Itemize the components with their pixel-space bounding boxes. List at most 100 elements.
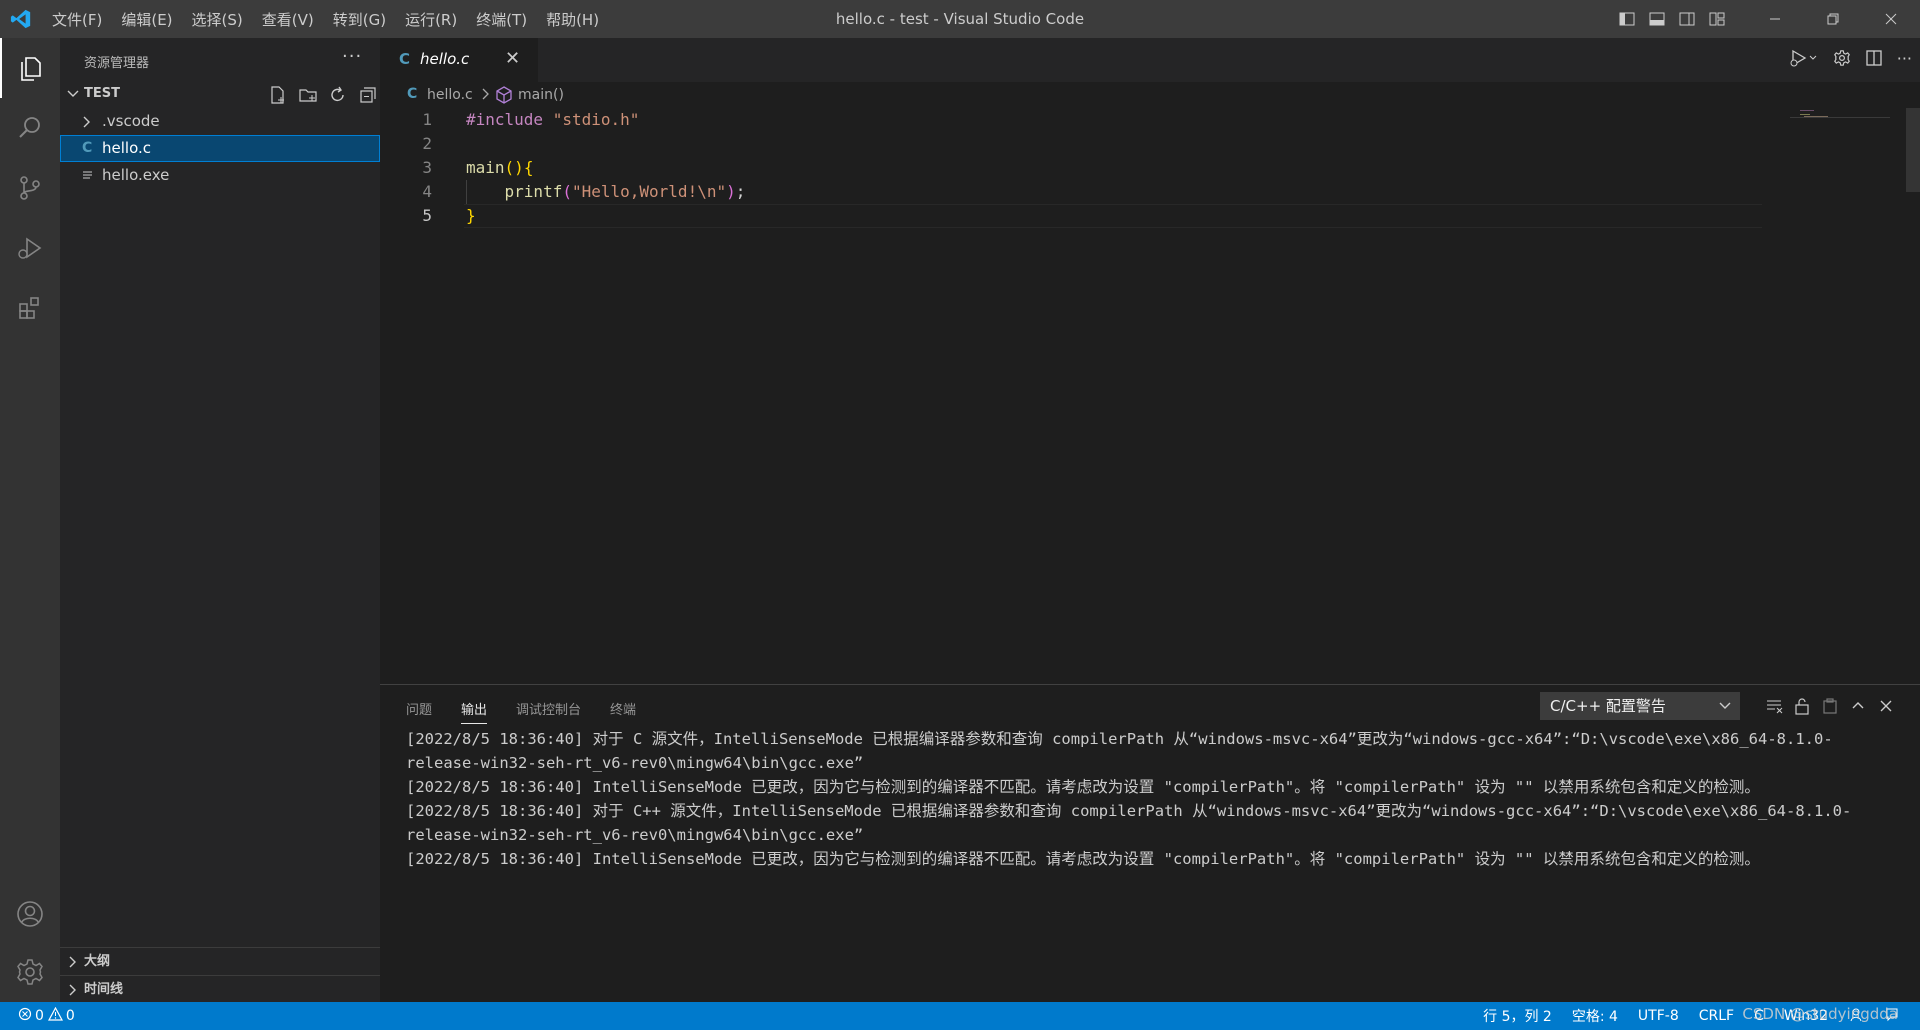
toggle-panel-icon[interactable]: [1646, 8, 1668, 30]
output-log[interactable]: [2022/8/5 18:36:40] 对于 C 源文件，IntelliSens…: [406, 727, 1906, 871]
lock-scroll-icon[interactable]: [1788, 695, 1816, 717]
panel-tabs: 问题 输出 调试控制台 终端: [406, 699, 665, 724]
close-tab-icon[interactable]: ✕: [505, 48, 520, 69]
chevron-right-icon: [480, 85, 492, 107]
tree-item-hello-c[interactable]: C hello.c: [60, 135, 380, 162]
close-window-icon[interactable]: [1862, 0, 1920, 38]
tree-item-vscode-folder[interactable]: .vscode: [60, 108, 380, 135]
line-ending[interactable]: CRLF: [1699, 1008, 1734, 1024]
method-cube-icon: [495, 86, 513, 108]
scrollbar-thumb[interactable]: [1906, 108, 1920, 192]
minimap[interactable]: [1790, 108, 1890, 128]
new-folder-icon[interactable]: [293, 84, 323, 106]
more-actions-icon[interactable]: ···: [342, 46, 362, 67]
panel-actions: [1760, 695, 1900, 717]
tab-hello-c[interactable]: C hello.c ✕: [380, 38, 538, 82]
extensions-icon[interactable]: [0, 278, 60, 338]
token-header: "stdio.h": [552, 110, 640, 129]
encoding[interactable]: UTF-8: [1638, 1008, 1679, 1024]
token-paren-close: ): [514, 158, 524, 177]
breadcrumb-file[interactable]: hello.c: [427, 87, 473, 103]
file-lines-icon: [82, 162, 94, 198]
settings-gear-icon[interactable]: [0, 942, 60, 1002]
outline-section-header[interactable]: 大纲: [60, 948, 380, 975]
toggle-sidebar-icon[interactable]: [1616, 8, 1638, 30]
output-line: [2022/8/5 18:36:40] IntelliSenseMode 已更改…: [406, 850, 1760, 868]
tab-terminal[interactable]: 终端: [610, 699, 636, 724]
code-line: printf("Hello,World!\n");: [466, 180, 746, 204]
tree-item-label: hello.exe: [102, 166, 170, 184]
settings-gear-icon[interactable]: [1833, 49, 1851, 67]
line-number: 3: [422, 158, 432, 177]
line-number: 5: [422, 206, 432, 225]
breadcrumb-symbol[interactable]: main(): [518, 87, 564, 103]
menu-edit[interactable]: 编辑(E): [121, 9, 172, 30]
search-icon[interactable]: [0, 98, 60, 158]
clear-output-icon[interactable]: [1760, 695, 1788, 717]
current-line-highlight: [464, 204, 1762, 228]
token-string: "Hello,World!\n": [571, 182, 727, 201]
output-channel-select[interactable]: C/C++ 配置警告: [1540, 692, 1740, 720]
account-icon[interactable]: [0, 884, 60, 944]
menu-go[interactable]: 转到(G): [333, 9, 386, 30]
toggle-secondary-sidebar-icon[interactable]: [1676, 8, 1698, 30]
code-editor[interactable]: 1 2 3 4 5 #include "stdio.h" main(){ pri…: [380, 108, 1920, 684]
code-line: main(){: [466, 156, 533, 180]
menu-selection[interactable]: 选择(S): [192, 9, 243, 30]
timeline-section-header[interactable]: 时间线: [60, 976, 380, 1003]
timeline-label: 时间线: [84, 982, 124, 997]
tab-problems[interactable]: 问题: [406, 699, 432, 724]
menu-help[interactable]: 帮助(H): [546, 9, 599, 30]
minimize-icon[interactable]: [1746, 0, 1804, 38]
activity-bar: [0, 38, 60, 1002]
token-lparen: (: [562, 182, 572, 201]
collapse-all-icon[interactable]: [353, 84, 383, 106]
output-line: [2022/8/5 18:36:40] 对于 C 源文件，IntelliSens…: [406, 730, 1833, 772]
explorer-icon[interactable]: [0, 38, 60, 98]
explorer-title: 资源管理器: [84, 56, 150, 71]
output-line: [2022/8/5 18:36:40] 对于 C++ 源文件，IntelliSe…: [406, 802, 1852, 844]
menu-view[interactable]: 查看(V): [262, 9, 314, 30]
refresh-icon[interactable]: [323, 84, 353, 106]
token-semicolon: ;: [735, 182, 746, 201]
run-debug-icon[interactable]: [0, 218, 60, 278]
restore-icon[interactable]: [1804, 0, 1862, 38]
token-rparen: ): [726, 182, 736, 201]
close-panel-icon[interactable]: [1872, 695, 1900, 717]
open-log-file-icon[interactable]: [1816, 695, 1844, 717]
bottom-panel: 问题 输出 调试控制台 终端 C/C++ 配置警告 [2022/8/5 18:3…: [380, 684, 1920, 1002]
line-number: 1: [422, 110, 432, 129]
outline-label: 大纲: [84, 954, 111, 969]
maximize-panel-icon[interactable]: [1844, 695, 1872, 717]
new-file-icon[interactable]: [263, 84, 293, 106]
run-code-dropdown-icon[interactable]: [1789, 48, 1819, 68]
tree-item-label: .vscode: [102, 112, 160, 130]
code-line: }: [466, 204, 476, 228]
indentation[interactable]: 空格: 4: [1572, 1006, 1618, 1026]
problems-status[interactable]: 0 0: [18, 1002, 75, 1030]
tab-debug-console[interactable]: 调试控制台: [516, 699, 581, 724]
explorer-actions: [263, 84, 383, 106]
menu-run[interactable]: 运行(R): [405, 9, 457, 30]
customize-layout-icon[interactable]: [1706, 8, 1728, 30]
menu-file[interactable]: 文件(F): [52, 9, 102, 30]
token-brace-open: {: [523, 158, 534, 177]
title-bar: 文件(F) 编辑(E) 选择(S) 查看(V) 转到(G) 运行(R) 终端(T…: [0, 0, 1920, 38]
editor-tabs: C hello.c ✕ ···: [380, 38, 1920, 82]
tree-item-hello-exe[interactable]: hello.exe: [60, 162, 380, 189]
line-number: 2: [422, 134, 432, 153]
editor-actions: ···: [1775, 48, 1912, 68]
split-editor-icon[interactable]: [1865, 49, 1883, 67]
menu-terminal[interactable]: 终端(T): [476, 9, 527, 30]
c-file-icon: C: [399, 50, 411, 68]
code-line: #include "stdio.h": [466, 108, 639, 132]
breadcrumb: C hello.c main(): [380, 82, 1920, 108]
menu-bar: 文件(F) 编辑(E) 选择(S) 查看(V) 转到(G) 运行(R) 终端(T…: [52, 0, 618, 38]
vertical-scrollbar[interactable]: [1906, 108, 1920, 684]
workspace-name: TEST: [84, 86, 120, 101]
cursor-position[interactable]: 行 5，列 2: [1483, 1006, 1552, 1026]
more-actions-icon[interactable]: ···: [1897, 49, 1912, 68]
source-control-icon[interactable]: [0, 158, 60, 218]
tab-output[interactable]: 输出: [461, 699, 488, 724]
explorer-sidebar: 资源管理器 ··· TEST .vscode C hello.c hello.e…: [60, 38, 380, 1002]
